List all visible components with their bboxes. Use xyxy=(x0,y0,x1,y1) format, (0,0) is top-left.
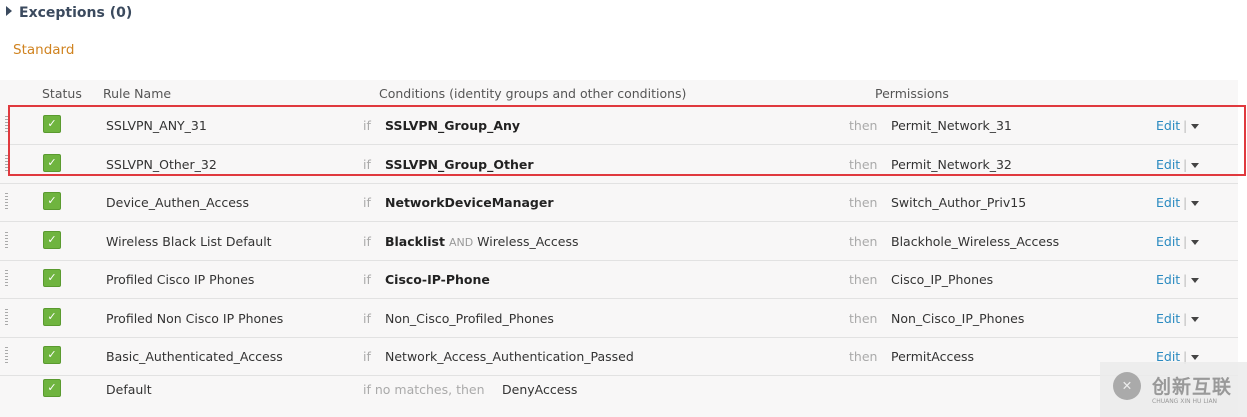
dropdown-caret-icon[interactable] xyxy=(1191,316,1199,322)
condition: Non_Cisco_Profiled_Phones xyxy=(385,311,554,326)
edit-link[interactable]: Edit xyxy=(1156,272,1180,287)
condition: NetworkDeviceManager xyxy=(385,195,554,210)
permission: DenyAccess xyxy=(502,382,578,397)
separator: | xyxy=(1183,272,1188,287)
separator: | xyxy=(1183,310,1188,326)
status-enabled-icon[interactable]: ✓ xyxy=(43,230,61,249)
header-status: Status xyxy=(42,86,82,101)
if-label: if no matches, then xyxy=(363,382,485,397)
highlight-box xyxy=(8,105,1246,176)
drag-handle-icon[interactable] xyxy=(5,270,8,288)
permission: Cisco_IP_Phones xyxy=(891,272,994,287)
table-row: ✓ Profiled Cisco IP Phones if Cisco-IP-P… xyxy=(0,260,1238,299)
exceptions-toggle[interactable]: Exceptions (0) xyxy=(6,5,132,21)
watermark-logo-icon: ✕ xyxy=(1113,372,1141,400)
drag-handle-icon[interactable] xyxy=(5,308,8,327)
section-title: Standard xyxy=(13,42,75,58)
then-label: then xyxy=(849,195,878,210)
condition-extra: Wireless_Access xyxy=(477,233,579,249)
edit-link[interactable]: Edit xyxy=(1156,195,1180,210)
dropdown-caret-icon[interactable] xyxy=(1191,355,1199,360)
condition-group: Blacklist xyxy=(385,233,445,249)
table-row: ✓ Device_Authen_Access if NetworkDeviceM… xyxy=(0,183,1238,222)
condition: Blacklist AND Wireless_Access xyxy=(385,234,579,249)
dropdown-caret-icon[interactable] xyxy=(1191,278,1199,283)
table-row: ✓ Wireless Black List Default if Blackli… xyxy=(0,222,1238,261)
if-label: if xyxy=(363,195,371,210)
if-label: if xyxy=(363,233,371,249)
and-operator: AND xyxy=(448,235,474,249)
condition-group: Cisco-IP-Phone xyxy=(385,272,490,287)
rule-name: Wireless Black List Default xyxy=(106,233,272,249)
separator: | xyxy=(1183,195,1188,210)
then-label: then xyxy=(849,310,878,326)
if-label: if xyxy=(363,349,371,364)
separator: | xyxy=(1183,233,1188,249)
status-enabled-icon[interactable]: ✓ xyxy=(43,192,61,210)
status-enabled-icon[interactable]: ✓ xyxy=(43,379,61,397)
table-row: ✓ Profiled Non Cisco IP Phones if Non_Ci… xyxy=(0,299,1238,338)
rule-name: Profiled Non Cisco IP Phones xyxy=(106,310,284,326)
rule-name: Device_Authen_Access xyxy=(106,195,249,210)
condition: Cisco-IP-Phone xyxy=(385,272,490,287)
permission: Blackhole_Wireless_Access xyxy=(891,233,1060,249)
rule-name: Basic_Authenticated_Access xyxy=(106,349,283,364)
watermark: ✕ 创新互联 CHUANG XIN HU LIAN xyxy=(1100,362,1247,417)
dropdown-caret-icon[interactable] xyxy=(1191,201,1199,206)
header-permissions: Permissions xyxy=(875,86,949,101)
condition-group: NetworkDeviceManager xyxy=(385,195,554,210)
if-label: if xyxy=(363,310,371,326)
status-enabled-icon[interactable]: ✓ xyxy=(43,346,61,364)
edit-link[interactable]: Edit xyxy=(1156,234,1180,249)
table-row-default: ✓ Default if no matches, then DenyAccess xyxy=(0,370,1238,408)
condition: Network_Access_Authentication_Passed xyxy=(385,349,634,364)
then-label: then xyxy=(849,272,878,287)
status-enabled-icon[interactable]: ✓ xyxy=(43,307,61,326)
permission: Switch_Author_Priv15 xyxy=(891,195,1027,210)
condition-extra: Non_Cisco_Profiled_Phones xyxy=(385,310,554,326)
drag-handle-icon[interactable] xyxy=(5,347,8,365)
header-rule-name: Rule Name xyxy=(103,86,172,101)
drag-handle-icon[interactable] xyxy=(5,231,8,250)
exceptions-label: Exceptions (0) xyxy=(19,5,133,21)
permission: PermitAccess xyxy=(891,349,975,364)
condition-extra: Network_Access_Authentication_Passed xyxy=(385,349,634,364)
dropdown-caret-icon[interactable] xyxy=(1191,239,1199,245)
drag-handle-icon[interactable] xyxy=(5,193,8,211)
if-label: if xyxy=(363,272,371,287)
status-enabled-icon[interactable]: ✓ xyxy=(43,269,61,287)
then-label: then xyxy=(849,233,878,249)
then-label: then xyxy=(849,349,878,364)
edit-link[interactable]: Edit xyxy=(1156,311,1180,326)
header-conditions: Conditions (identity groups and other co… xyxy=(379,86,687,101)
rule-name: Default xyxy=(106,382,152,397)
rule-name: Profiled Cisco IP Phones xyxy=(106,272,255,287)
expand-triangle-icon xyxy=(6,6,12,16)
permission: Non_Cisco_IP_Phones xyxy=(891,310,1025,326)
